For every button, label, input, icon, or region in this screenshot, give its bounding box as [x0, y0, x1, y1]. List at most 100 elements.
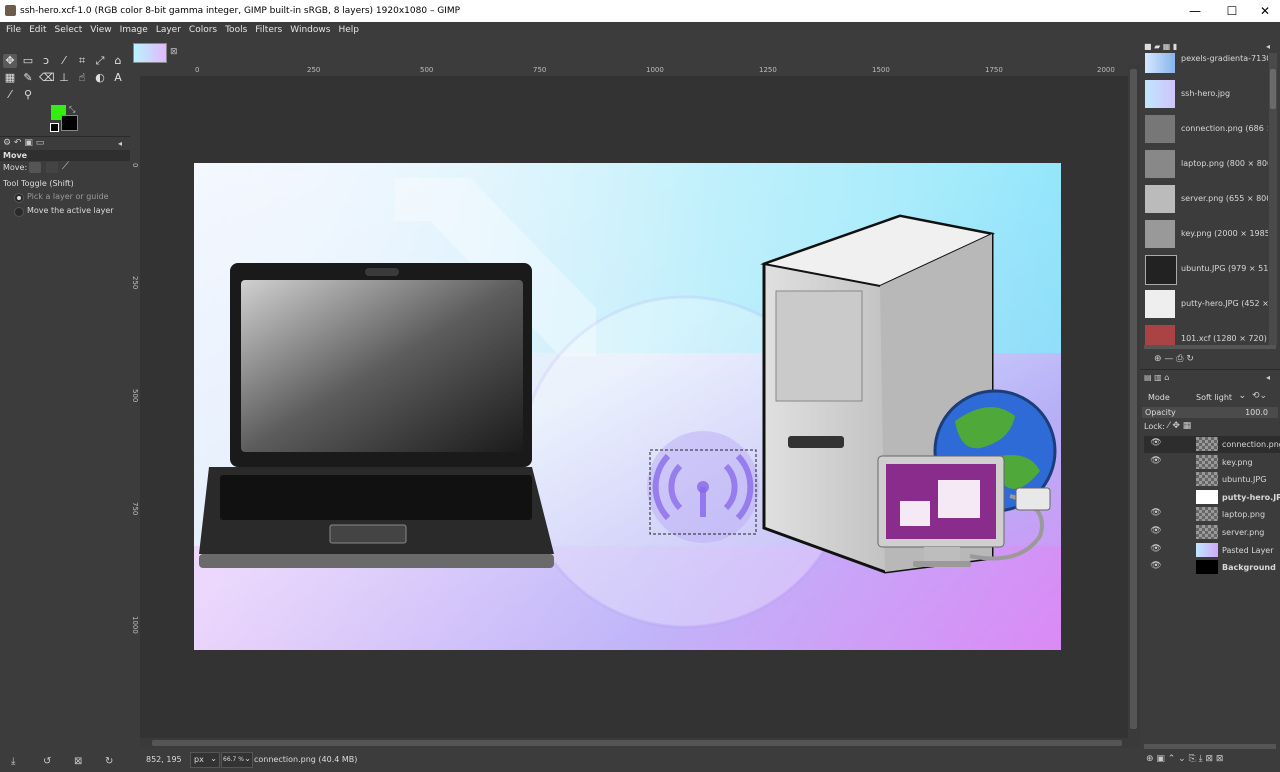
color-picker-icon[interactable]: ⁄: [3, 88, 17, 102]
menu-select[interactable]: Select: [51, 22, 87, 39]
move-label: Move:: [3, 163, 27, 172]
list-item[interactable]: pexels-gradienta-7130: [1145, 53, 1268, 75]
eye-hidden-icon[interactable]: [1148, 491, 1164, 503]
transform-icon[interactable]: ⤢: [93, 54, 107, 68]
menu-help[interactable]: Help: [334, 22, 363, 39]
restore-tool-preset-icon[interactable]: ↺: [43, 756, 51, 767]
menu-colors[interactable]: Colors: [185, 22, 221, 39]
layers-hscroll[interactable]: [1144, 744, 1276, 749]
image-canvas[interactable]: [140, 76, 1128, 738]
table-row[interactable]: 👁server.png: [1144, 524, 1280, 541]
move-selection-mode-icon[interactable]: [46, 162, 58, 173]
eye-icon[interactable]: 👁: [1148, 526, 1164, 538]
eye-icon[interactable]: 👁: [1148, 456, 1164, 468]
dodge-icon[interactable]: ◐: [93, 71, 107, 85]
image-tab-thumbnail[interactable]: [133, 43, 167, 63]
ruler-tick: 1750: [985, 66, 1003, 74]
crop-icon[interactable]: ⌗: [75, 54, 89, 68]
eraser-icon[interactable]: ⌫: [39, 71, 53, 85]
menu-filters[interactable]: Filters: [251, 22, 286, 39]
background-color-swatch[interactable]: [61, 115, 78, 131]
mode-select[interactable]: Soft light ⌄: [1194, 390, 1246, 403]
list-item[interactable]: key.png (2000 × 1985): [1145, 218, 1268, 250]
move-path-mode-icon[interactable]: ⟋: [62, 161, 69, 172]
eye-icon[interactable]: 👁: [1148, 544, 1164, 556]
list-item[interactable]: server.png (655 × 800: [1145, 183, 1268, 215]
warp-icon[interactable]: ⌂: [111, 54, 125, 68]
panel-menu-icon[interactable]: ◂: [1266, 373, 1270, 382]
paintbrush-icon[interactable]: ✎: [21, 71, 35, 85]
eye-icon[interactable]: 👁: [1148, 508, 1164, 520]
menu-windows[interactable]: Windows: [286, 22, 334, 39]
maximize-button[interactable]: ☐: [1215, 0, 1249, 22]
table-row[interactable]: putty-hero.JPG: [1144, 489, 1280, 506]
ruler-tick: 1500: [872, 66, 890, 74]
eye-icon[interactable]: 👁: [1148, 561, 1164, 573]
lasso-icon[interactable]: ↄ: [39, 54, 53, 68]
zoom-select[interactable]: 66.7 % ⌄: [221, 752, 253, 768]
menu-layer[interactable]: Layer: [152, 22, 185, 39]
canvas-vertical-scrollbar[interactable]: [1128, 65, 1140, 748]
images-hscroll[interactable]: [1144, 345, 1276, 349]
move-tool-icon[interactable]: ✥: [3, 54, 17, 68]
move-active-layer-radio[interactable]: [14, 207, 24, 217]
canvas-area[interactable]: [140, 76, 1128, 738]
tool-options-tab-icons[interactable]: ⚙ ↶ ▣ ▭: [3, 138, 44, 148]
unit-select[interactable]: px ⌄: [190, 752, 220, 768]
window-title: ssh-hero.xcf-1.0 (RGB color 8-bit gamma …: [20, 6, 460, 16]
list-item[interactable]: 101.xcf (1280 × 720): [1145, 323, 1268, 345]
gradient-icon[interactable]: ▦: [3, 71, 17, 85]
lock-icons[interactable]: ⁄ ✥ ▦: [1168, 421, 1191, 431]
list-item[interactable]: ubuntu.JPG (979 × 512: [1145, 253, 1268, 285]
opacity-slider[interactable]: Opacity 100.0: [1142, 407, 1278, 418]
layer-actions-icons[interactable]: ⊕ ▣ ⌃ ⌄ ⎘ ⤓ ⊠ ⊠: [1146, 754, 1223, 764]
rect-select-icon[interactable]: ▭: [21, 54, 35, 68]
image-actions-icons[interactable]: ⊕ — ⎙ ↻: [1154, 354, 1194, 364]
ruler-tick: 1000: [646, 66, 664, 74]
default-colors-icon[interactable]: [50, 123, 59, 132]
fuzzy-select-icon[interactable]: ⁄: [57, 54, 71, 68]
panel-menu-icon[interactable]: ◂: [1266, 42, 1270, 51]
swap-colors-icon[interactable]: ⤡: [69, 105, 75, 115]
ruler-tick: 250: [307, 66, 320, 74]
save-tool-preset-icon[interactable]: ⤓: [11, 756, 15, 767]
layers-dock-tabs-icons[interactable]: ▤ ▥ ⌂: [1144, 373, 1169, 382]
table-row[interactable]: 👁connection.png: [1144, 436, 1280, 453]
list-item[interactable]: putty-hero.JPG (452 ×: [1145, 288, 1268, 320]
move-layer-mode-icon[interactable]: [29, 162, 41, 173]
close-tab-icon[interactable]: ⊠: [170, 47, 178, 57]
table-row[interactable]: 👁Background: [1144, 559, 1280, 576]
smudge-icon[interactable]: ☝: [75, 71, 89, 85]
table-row[interactable]: 👁Pasted Layer: [1144, 542, 1280, 559]
eye-icon[interactable]: 👁: [1148, 438, 1164, 450]
menu-view[interactable]: View: [86, 22, 115, 39]
tool-options-header: Move: [0, 150, 130, 161]
list-item[interactable]: laptop.png (800 × 800: [1145, 148, 1268, 180]
list-item[interactable]: ssh-hero.jpg: [1145, 78, 1268, 110]
menu-edit[interactable]: Edit: [25, 22, 50, 39]
minimize-button[interactable]: —: [1178, 0, 1212, 22]
close-button[interactable]: ✕: [1248, 0, 1280, 22]
zoom-icon[interactable]: ⚲: [21, 88, 35, 102]
eye-hidden-icon[interactable]: [1148, 473, 1164, 485]
table-row[interactable]: 👁laptop.png: [1144, 506, 1280, 523]
menu-tools[interactable]: Tools: [221, 22, 251, 39]
table-row[interactable]: ubuntu.JPG: [1144, 471, 1280, 488]
reset-tool-icon[interactable]: ↻: [105, 756, 113, 767]
table-row[interactable]: 👁key.png: [1144, 454, 1280, 471]
toolbox: ✥ ▭ ↄ ⁄ ⌗ ⤢ ⌂ ▦ ✎ ⌫ ⊥ ☝ ◐ A ⁄ ⚲ ⤡ ⚙ ↶ ▣ …: [0, 39, 130, 772]
images-scrollbar[interactable]: [1269, 53, 1277, 345]
menu-image[interactable]: Image: [116, 22, 152, 39]
canvas-horizontal-scrollbar[interactable]: [140, 738, 1128, 748]
panel-menu-icon[interactable]: ◂: [118, 139, 122, 148]
text-tool-icon[interactable]: A: [111, 71, 125, 85]
delete-tool-preset-icon[interactable]: ⊠: [74, 756, 82, 767]
mode-options-icon[interactable]: ⟲⌄: [1252, 391, 1267, 401]
clone-icon[interactable]: ⊥: [57, 71, 71, 85]
dock-tabs-icons[interactable]: ■ ▰ ▦ ▮: [1144, 42, 1204, 52]
pick-layer-radio[interactable]: [14, 193, 24, 203]
menu-file[interactable]: File: [0, 22, 25, 39]
move-active-layer-label: Move the active layer: [27, 206, 114, 215]
ruler-tick: 2000: [1097, 66, 1115, 74]
list-item[interactable]: connection.png (686 ×: [1145, 113, 1268, 145]
